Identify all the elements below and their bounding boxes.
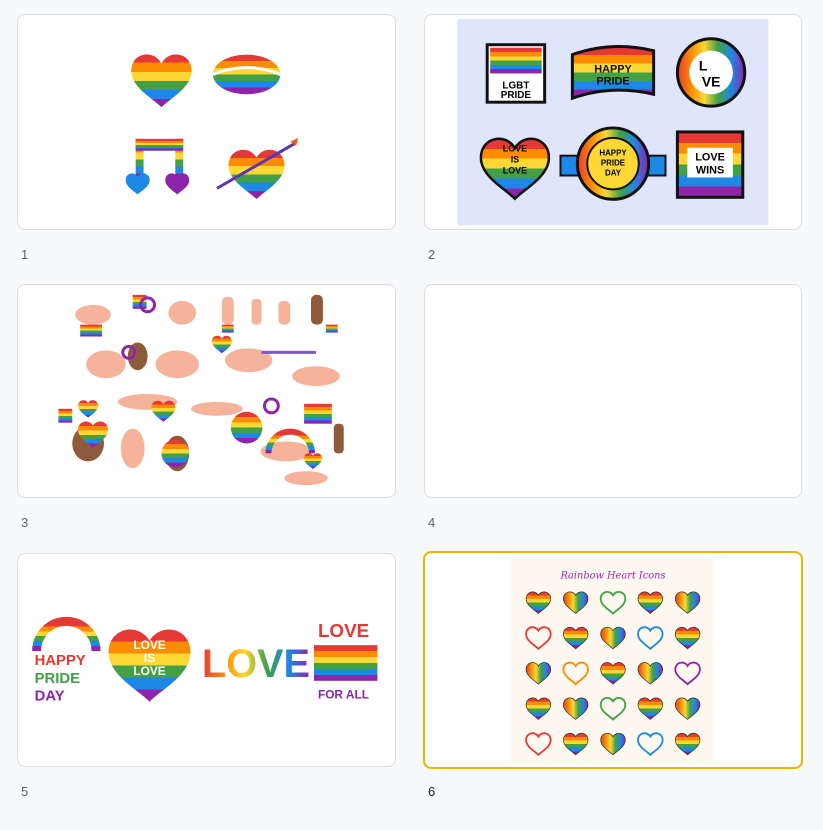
svg-text:DAY: DAY: [35, 689, 65, 705]
slide-number-4: 4: [428, 515, 436, 530]
slide-3-artwork: [58, 294, 344, 486]
svg-text:PRIDE: PRIDE: [35, 671, 80, 687]
svg-text:HAPPY: HAPPY: [35, 653, 86, 669]
slide-number-2: 2: [428, 247, 436, 262]
slide-thumbnail-5[interactable]: HAPPY PRIDE DAY LOVE IS LOVE LOVE LOVE F…: [17, 553, 396, 767]
svg-text:WINS: WINS: [696, 165, 724, 177]
slide-number-5: 5: [21, 784, 29, 799]
slide-thumbnail-4[interactable]: [424, 284, 802, 498]
svg-text:LOVE: LOVE: [503, 144, 527, 154]
svg-text:VE: VE: [702, 73, 721, 89]
slide-6-artwork: Rainbow Heart Icons: [510, 556, 716, 764]
svg-text:HAPPY: HAPPY: [599, 149, 627, 158]
svg-text:LOVE: LOVE: [503, 166, 527, 176]
svg-text:LOVE: LOVE: [318, 620, 369, 641]
svg-text:LOVE: LOVE: [202, 642, 310, 686]
slide-thumbnail-1[interactable]: [17, 14, 396, 230]
slide-thumbnail-6[interactable]: Rainbow Heart Icons: [423, 551, 803, 769]
svg-text:DAY: DAY: [605, 168, 622, 177]
slide-2-artwork: LGBT PRIDE HAPPY PRIDE L VE LOVE IS LOVE…: [457, 18, 769, 226]
slide-thumbnail-3[interactable]: [17, 284, 396, 498]
svg-text:LOVE: LOVE: [133, 664, 165, 678]
slide-1-artwork: [125, 52, 299, 200]
slide-thumbnail-2[interactable]: LGBT PRIDE HAPPY PRIDE L VE LOVE IS LOVE…: [424, 14, 802, 230]
svg-text:L: L: [699, 57, 708, 73]
slide-6-title: Rainbow Heart Icons: [559, 571, 665, 582]
svg-text:PRIDE: PRIDE: [596, 75, 629, 87]
svg-text:PRIDE: PRIDE: [501, 90, 532, 101]
svg-text:LOVE: LOVE: [695, 152, 725, 164]
svg-text:FOR ALL: FOR ALL: [318, 688, 369, 702]
slide-number-3: 3: [21, 515, 29, 530]
svg-text:HAPPY: HAPPY: [594, 63, 632, 75]
svg-text:PRIDE: PRIDE: [601, 159, 625, 168]
slide-5-artwork: HAPPY PRIDE DAY LOVE IS LOVE LOVE LOVE F…: [32, 616, 378, 705]
slide-number-6: 6: [428, 784, 436, 799]
slide-4-artwork: [425, 285, 801, 497]
slide-number-1: 1: [21, 247, 29, 262]
svg-text:IS: IS: [511, 155, 519, 165]
